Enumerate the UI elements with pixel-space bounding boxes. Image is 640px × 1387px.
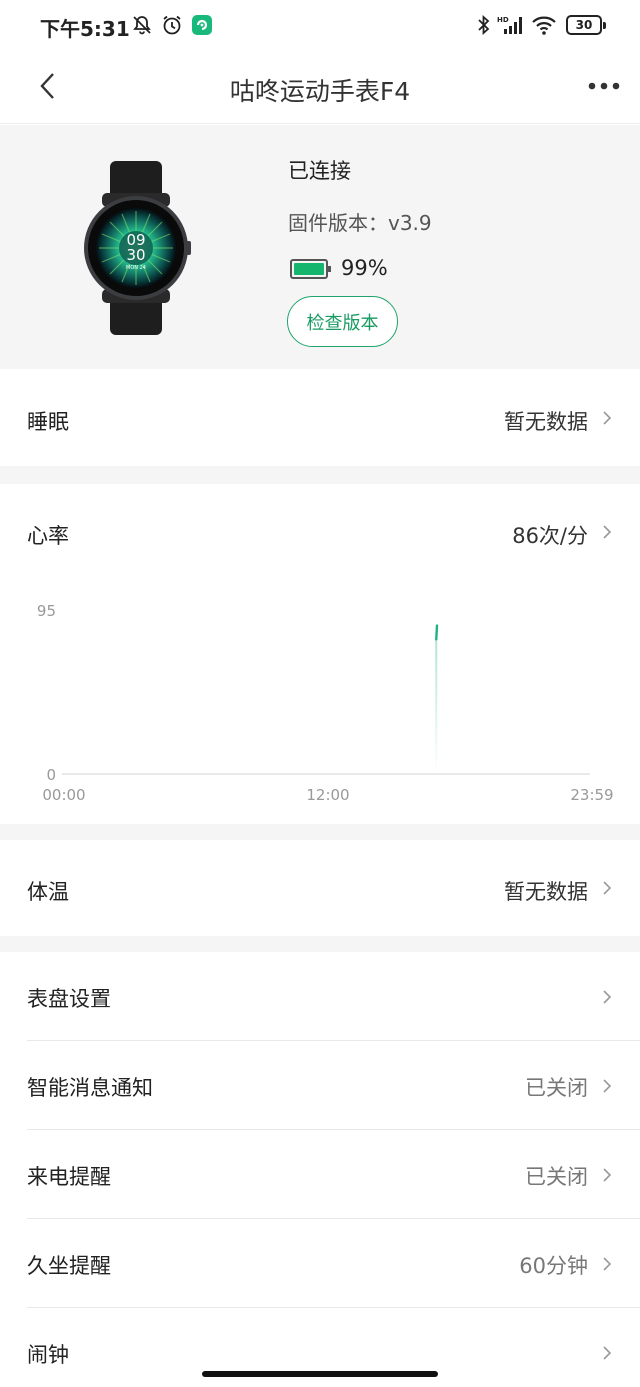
more-dots-icon <box>588 82 620 90</box>
watch-image: 09 30 MON 24 <box>80 159 192 337</box>
chart-x-tick-label: 12:00 <box>306 786 349 804</box>
temperature-label: 体温 <box>27 880 69 904</box>
chevron-right-icon <box>603 411 612 425</box>
alarm-icon <box>160 12 184 38</box>
heart-rate-chart-svg: 95 0 00:00 12:00 23:59 <box>37 602 614 804</box>
section-gap <box>0 936 640 952</box>
chevron-right-icon <box>603 990 612 1004</box>
chevron-right-icon <box>603 1168 612 1182</box>
device-battery-percent: 99% <box>341 256 388 280</box>
sleep-label: 睡眠 <box>27 410 69 434</box>
nav-bar: 咕咚运动手表F4 <box>0 52 640 124</box>
device-card: 09 30 MON 24 已连接 固件版本：v3.9 99% 检查版本 <box>0 125 640 369</box>
sleep-row[interactable]: 睡眠 暂无数据 <box>0 370 640 466</box>
chart-series-line <box>435 624 439 641</box>
chart-point <box>435 638 438 641</box>
page-title: 咕咚运动手表F4 <box>229 77 411 106</box>
status-time: 下午5:31 <box>40 17 130 41</box>
bell-off-icon <box>130 12 154 38</box>
settings-item-value: 已关闭 <box>525 1165 588 1189</box>
more-button[interactable] <box>584 68 624 104</box>
chart-x-tick-label: 00:00 <box>42 786 85 804</box>
settings-item-call-reminder[interactable]: 来电提醒 已关闭 <box>0 1130 640 1219</box>
settings-item-sedentary-reminder[interactable]: 久坐提醒 60分钟 <box>0 1219 640 1308</box>
settings-item-label: 表盘设置 <box>27 987 111 1011</box>
section-gap <box>0 466 640 484</box>
svg-text:HD: HD <box>497 16 509 24</box>
chart-point <box>436 624 438 627</box>
app-notification-icon <box>190 12 214 38</box>
device-battery-fill <box>294 263 324 275</box>
chevron-right-icon <box>603 1079 612 1093</box>
check-version-button[interactable]: 检查版本 <box>287 296 398 347</box>
battery-indicator: 30 <box>566 15 606 35</box>
settings-item-label: 智能消息通知 <box>27 1076 153 1100</box>
device-battery-icon <box>290 259 331 279</box>
sleep-value: 暂无数据 <box>504 410 588 434</box>
chevron-right-icon <box>603 525 612 539</box>
svg-text:MON 24: MON 24 <box>126 265 146 271</box>
settings-item-value: 已关闭 <box>525 1076 588 1100</box>
chevron-right-icon <box>603 881 612 895</box>
settings-item-label: 来电提醒 <box>27 1165 111 1189</box>
firmware-version: 固件版本：v3.9 <box>288 211 432 235</box>
hd-signal-icon: HD <box>496 12 524 38</box>
temperature-value: 暂无数据 <box>504 880 588 904</box>
settings-item-label: 闹钟 <box>27 1343 69 1367</box>
bluetooth-icon <box>474 12 494 38</box>
connection-status: 已连接 <box>288 159 351 183</box>
settings-item-watchface[interactable]: 表盘设置 <box>0 952 640 1041</box>
chart-x-tick-label: 23:59 <box>570 786 613 804</box>
chart-y-tick-label: 0 <box>46 766 56 784</box>
heart-rate-chart: 95 0 00:00 12:00 23:59 <box>0 580 640 824</box>
heart-rate-row[interactable]: 心率 86次/分 <box>0 484 640 580</box>
chevron-right-icon <box>603 1257 612 1271</box>
settings-item-label: 久坐提醒 <box>27 1254 111 1278</box>
settings-item-smart-notification[interactable]: 智能消息通知 已关闭 <box>0 1041 640 1130</box>
settings-item-value: 60分钟 <box>519 1254 588 1278</box>
svg-text:30: 30 <box>126 246 145 264</box>
temperature-row[interactable]: 体温 暂无数据 <box>0 840 640 936</box>
chart-y-tick-label: 95 <box>37 602 56 620</box>
wifi-icon <box>530 12 558 38</box>
heart-rate-value: 86次/分 <box>512 524 588 548</box>
section-gap <box>0 824 640 840</box>
status-bar: 下午5:31 HD 30 <box>0 0 640 52</box>
heart-rate-label: 心率 <box>27 524 69 548</box>
home-indicator[interactable] <box>202 1371 438 1377</box>
chevron-right-icon <box>603 1346 612 1360</box>
chart-series-area <box>435 639 438 774</box>
